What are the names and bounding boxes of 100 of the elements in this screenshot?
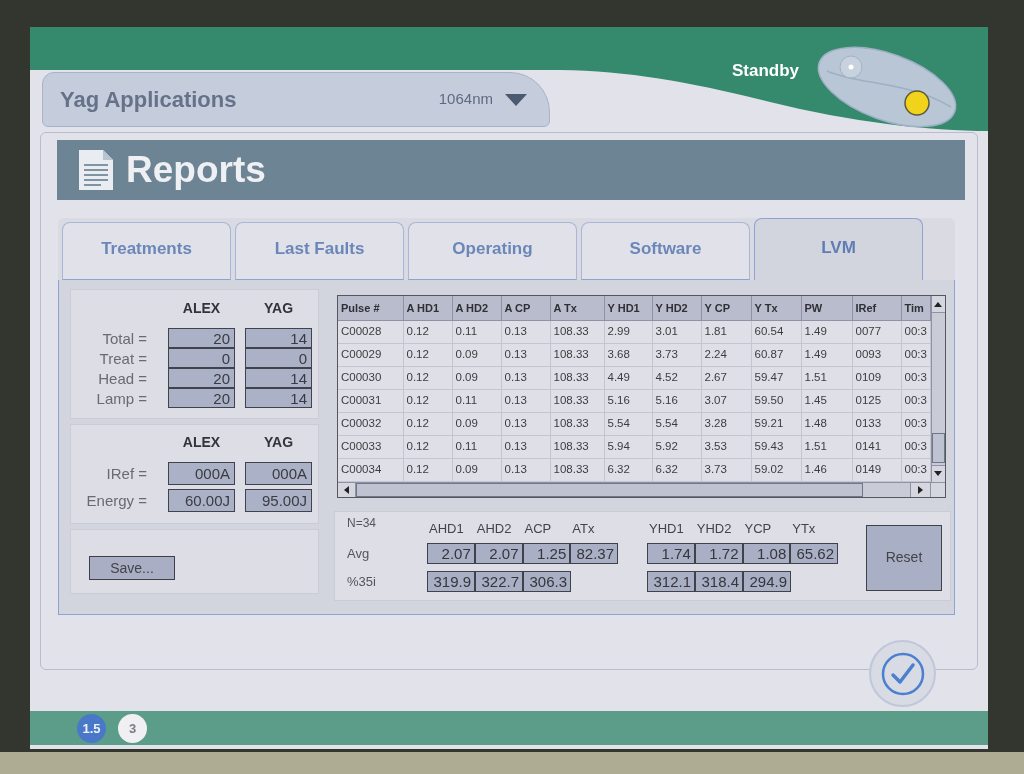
table-cell: 0093 [852, 343, 901, 366]
table-cell: 0.13 [501, 366, 550, 389]
table-cell: 0.12 [403, 389, 452, 412]
table-cell: 6.32 [652, 458, 701, 481]
table-cell: 59.50 [751, 389, 801, 412]
table-cell: 1.81 [701, 320, 751, 343]
table-cell: 0.13 [501, 435, 550, 458]
value-display: 322.7 [475, 570, 523, 592]
table-cell: 0149 [852, 458, 901, 481]
table-cell: 59.47 [751, 366, 801, 389]
table-cell: 00:3 [901, 412, 930, 435]
table-cell: 1.49 [801, 320, 852, 343]
table-cell: 1.51 [801, 435, 852, 458]
field-label: IRef = [106, 466, 147, 481]
table-cell: 2.67 [701, 366, 751, 389]
table-cell: 0.13 [501, 458, 550, 481]
scroll-down-button[interactable] [931, 464, 945, 482]
column-heading: YTx [792, 521, 816, 535]
value-display: 1.72 [694, 542, 743, 564]
field-label: Energy = [86, 493, 147, 508]
table-cell: C00028 [338, 320, 403, 343]
value-display: 2.07 [474, 542, 523, 564]
status-indicator: 3 [118, 713, 147, 743]
table-cell: 0125 [852, 389, 901, 412]
table-cell: 0.12 [403, 366, 452, 389]
table-cell: C00034 [338, 458, 403, 481]
value-display: 14 [245, 388, 312, 408]
table-cell: C00029 [338, 343, 403, 366]
value-display: 1.74 [647, 542, 695, 564]
value-display: 1.25 [522, 542, 571, 564]
save-button[interactable]: Save... [89, 556, 175, 580]
scroll-left-button[interactable] [338, 482, 356, 497]
table-cell: 0077 [852, 320, 901, 343]
column-header[interactable]: Tim [901, 296, 930, 320]
value-display: 82.37 [570, 542, 618, 564]
table-cell: 1.45 [801, 389, 852, 412]
table-cell: 3.53 [701, 435, 751, 458]
column-heading: AHD2 [476, 521, 512, 535]
table-cell: 1.48 [801, 412, 852, 435]
scroll-up-button[interactable] [931, 296, 945, 313]
table-cell: 2.24 [701, 343, 751, 366]
table-cell: 3.28 [701, 412, 751, 435]
value-display: 20 [168, 368, 235, 388]
table-cell: 0141 [852, 435, 901, 458]
table-cell: 4.52 [652, 366, 701, 389]
column-header[interactable]: A Tx [550, 296, 604, 320]
column-heading: ATx [572, 521, 595, 535]
table-cell: 0109 [852, 366, 901, 389]
field-label: Total = [102, 330, 147, 346]
table-cell: 0.11 [452, 389, 501, 412]
value-display: 306.3 [523, 570, 571, 592]
table-cell: 0.09 [452, 366, 501, 389]
table-cell: 5.54 [604, 412, 652, 435]
table-cell: C00033 [338, 435, 403, 458]
value-display: 20 [168, 328, 235, 348]
table-cell: 2.99 [604, 320, 652, 343]
table-cell: 00:3 [901, 435, 930, 458]
column-header[interactable]: IRef [852, 296, 901, 320]
value-display: 000A [245, 462, 312, 485]
scrollbar-thumb[interactable] [931, 432, 945, 463]
table-cell: 0.13 [501, 389, 550, 412]
column-heading: YAG [263, 435, 294, 451]
value-display: 319.9 [427, 570, 475, 592]
column-header[interactable]: Y HD1 [604, 296, 652, 320]
table-cell: 0.09 [452, 412, 501, 435]
value-display: 312.1 [647, 570, 695, 592]
table-cell: 5.16 [652, 389, 701, 412]
reset-button[interactable]: Reset [866, 524, 942, 591]
table-cell: 0.12 [403, 458, 452, 481]
table-cell: 59.02 [751, 458, 801, 481]
column-header[interactable]: A CP [501, 296, 550, 320]
table-cell: 3.07 [701, 389, 751, 412]
column-header[interactable]: Pulse # [338, 296, 403, 320]
column-header[interactable]: A HD1 [403, 296, 452, 320]
table-cell: 00:3 [901, 366, 930, 389]
column-header[interactable]: Y HD2 [652, 296, 701, 320]
column-header[interactable]: A HD2 [452, 296, 501, 320]
column-header[interactable]: Y Tx [751, 296, 801, 320]
check-icon [880, 651, 925, 696]
count-label: N=34 [347, 516, 377, 529]
table-cell: 3.01 [652, 320, 701, 343]
column-header[interactable]: Y CP [701, 296, 751, 320]
scroll-right-button[interactable] [910, 482, 930, 497]
table-cell: 0.09 [452, 458, 501, 481]
table-cell: 0.09 [452, 343, 501, 366]
table-cell: 6.32 [604, 458, 652, 481]
table-cell: 59.21 [751, 412, 801, 435]
table-cell: 4.49 [604, 366, 652, 389]
table-cell: 3.73 [701, 458, 751, 481]
table-cell: 1.51 [801, 366, 852, 389]
table-cell: 1.49 [801, 343, 852, 366]
column-header[interactable]: PW [801, 296, 852, 320]
table-cell: 5.94 [604, 435, 652, 458]
scrollbar-thumb[interactable] [356, 482, 863, 497]
table-cell: 5.54 [652, 412, 701, 435]
table-cell: 108.33 [550, 389, 604, 412]
value-display: 60.00J [168, 489, 235, 512]
document-icon [79, 150, 113, 190]
table-cell: 3.73 [652, 343, 701, 366]
table-cell: C00030 [338, 366, 403, 389]
